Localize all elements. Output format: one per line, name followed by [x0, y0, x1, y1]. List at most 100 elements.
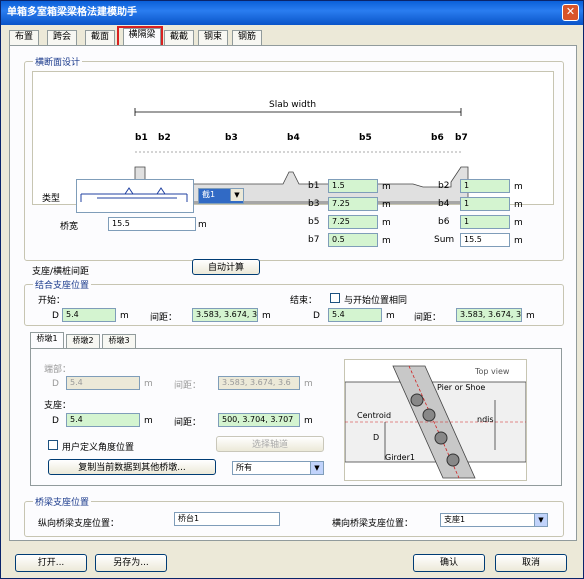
copy-to-other-piers-button[interactable]: 复制当前数据到其他桥墩...	[48, 459, 216, 475]
param-b5-label: b5	[308, 217, 320, 227]
pier-end-d-label: D	[52, 416, 59, 426]
param-sum-value: 15.5	[460, 233, 510, 247]
save-as-button[interactable]: 另存为...	[95, 554, 167, 572]
param-b3-unit: m	[382, 200, 391, 210]
copy-target-select[interactable]: 所有 ▼	[232, 461, 324, 475]
b1-label: b1	[135, 133, 148, 143]
type-label: 类型	[42, 194, 61, 204]
ndis-label: ndis	[477, 415, 494, 424]
tab-span[interactable]: 跨会	[47, 30, 77, 45]
chevron-down-icon: ▼	[230, 189, 243, 201]
end-label: 结束：	[290, 296, 318, 306]
end-spacing-unit: m	[526, 311, 535, 321]
b4-label: b4	[287, 133, 300, 143]
trans-bearing-select[interactable]: 支座1 ▼	[440, 513, 548, 527]
long-bearing-label: 纵向桥梁支座位置：	[38, 519, 120, 529]
pier-end-spacing-unit: m	[304, 416, 313, 426]
pier-start-spacing-input: 3.583, 3.674, 3.6	[218, 376, 300, 390]
ok-button[interactable]: 确认	[413, 554, 485, 572]
copy-target-value: 所有	[236, 463, 252, 472]
cross-section-title: 横断面设计	[33, 55, 83, 68]
trans-bearing-label: 横向桥梁支座位置：	[332, 519, 414, 529]
tab-pier-2[interactable]: 桥墩2	[66, 334, 100, 348]
type-select[interactable]: 截1 ▼	[198, 188, 244, 204]
b2-label: b2	[158, 133, 171, 143]
window-title: 单箱多室箱梁梁格法建模助手	[7, 7, 137, 18]
bridge-width-input[interactable]: 15.5	[108, 217, 196, 231]
start-d-unit: m	[120, 311, 129, 321]
start-d-input[interactable]: 5.4	[62, 308, 116, 322]
b7-label: b7	[455, 133, 468, 143]
support-spacing-label: 支座/横桩间距	[32, 267, 90, 277]
pier-end-spacing-label: 间距：	[174, 418, 202, 428]
user-defined-label: 用户定义角度位置	[62, 443, 135, 453]
param-b2-input[interactable]: 1	[460, 179, 510, 193]
choose-axis-button[interactable]: 选择轴道	[216, 436, 324, 452]
tab-layout[interactable]: 布置	[9, 30, 39, 45]
cancel-button[interactable]: 取消	[495, 554, 567, 572]
pier-start-d-label: D	[52, 379, 59, 389]
user-defined-checkbox[interactable]	[48, 440, 58, 450]
long-bearing-value: 桥台1	[174, 512, 280, 526]
pier-end-d-unit: m	[144, 416, 153, 426]
start-spacing-unit: m	[262, 311, 271, 321]
pier-end-spacing-input[interactable]: 500, 3.704, 3.707	[218, 413, 300, 427]
end-d-unit: m	[386, 311, 395, 321]
chevron-down-icon: ▼	[534, 514, 547, 526]
tab-section[interactable]: 截面	[85, 30, 115, 45]
param-b7-input[interactable]: 0.5	[328, 233, 378, 247]
bearing-position-title: 桥梁支座位置	[33, 495, 92, 508]
param-b1-input[interactable]: 1.5	[328, 179, 378, 193]
tab-tendon[interactable]: 钢束	[198, 30, 228, 45]
chevron-down-icon: ▼	[310, 462, 323, 474]
param-b7-unit: m	[382, 236, 391, 246]
pier-start-spacing-unit: m	[304, 379, 313, 389]
param-b6-label: b6	[438, 217, 450, 227]
start-spacing-input[interactable]: 3.583, 3.674, 3	[192, 308, 258, 322]
tab-pier-3[interactable]: 桥墩3	[102, 334, 136, 348]
centroid-label: Centroid	[357, 411, 391, 420]
tab-rebar[interactable]: 钢筋	[232, 30, 262, 45]
trans-bearing-value: 支座1	[444, 515, 466, 524]
b6-label: b6	[431, 133, 444, 143]
param-b1-unit: m	[382, 182, 391, 192]
param-b3-label: b3	[308, 199, 320, 209]
tab-panel: 横断面设计 Slab width b1 b2 b3 b4 b5 b6 b7 类型	[9, 45, 577, 541]
param-b2-unit: m	[514, 182, 523, 192]
param-b7-label: b7	[308, 235, 320, 245]
main-window: 单箱多室箱梁梁格法建模助手 ✕ 布置 跨会 截面 横隔梁 截截 钢束 钢筋 横断…	[0, 0, 584, 579]
b5-label: b5	[359, 133, 372, 143]
param-b4-input[interactable]: 1	[460, 197, 510, 211]
bridge-width-label: 桥宽	[60, 222, 79, 232]
pier-start-spacing-label: 间距：	[174, 381, 202, 391]
close-button[interactable]: ✕	[562, 4, 579, 21]
d-label: D	[373, 433, 379, 442]
param-b3-input[interactable]: 7.25	[328, 197, 378, 211]
pier-start-label: 端部：	[44, 365, 72, 375]
same-as-start-checkbox[interactable]	[330, 293, 340, 303]
tab-load[interactable]: 截截	[164, 30, 194, 45]
open-button[interactable]: 打开...	[15, 554, 87, 572]
auto-calc-button[interactable]: 自动计算	[192, 259, 260, 275]
end-d-input[interactable]: 5.4	[328, 308, 382, 322]
end-spacing-input[interactable]: 3.583, 3.674, 3	[456, 308, 522, 322]
tab-pier-1[interactable]: 桥墩1	[30, 332, 64, 348]
title-bar: 单箱多室箱梁梁格法建模助手 ✕	[1, 1, 583, 25]
param-b6-input[interactable]: 1	[460, 215, 510, 229]
param-b5-input[interactable]: 7.25	[328, 215, 378, 229]
bridge-width-unit: m	[198, 220, 207, 230]
end-spacing-label: 间距：	[414, 313, 442, 323]
b3-label: b3	[225, 133, 238, 143]
param-sum-label: Sum	[434, 235, 455, 245]
pier-end-d-input[interactable]: 5.4	[66, 413, 140, 427]
girder-label: Girder1	[385, 453, 415, 462]
end-d-label: D	[313, 311, 320, 321]
param-b4-label: b4	[438, 199, 450, 209]
param-b6-unit: m	[514, 218, 523, 228]
param-b1-label: b1	[308, 181, 320, 191]
param-b5-unit: m	[382, 218, 391, 228]
param-b2-label: b2	[438, 181, 450, 191]
start-label: 开始：	[38, 296, 66, 306]
support-group-title: 结合支座位置	[33, 278, 92, 291]
pier-end-label: 支座：	[44, 401, 72, 411]
